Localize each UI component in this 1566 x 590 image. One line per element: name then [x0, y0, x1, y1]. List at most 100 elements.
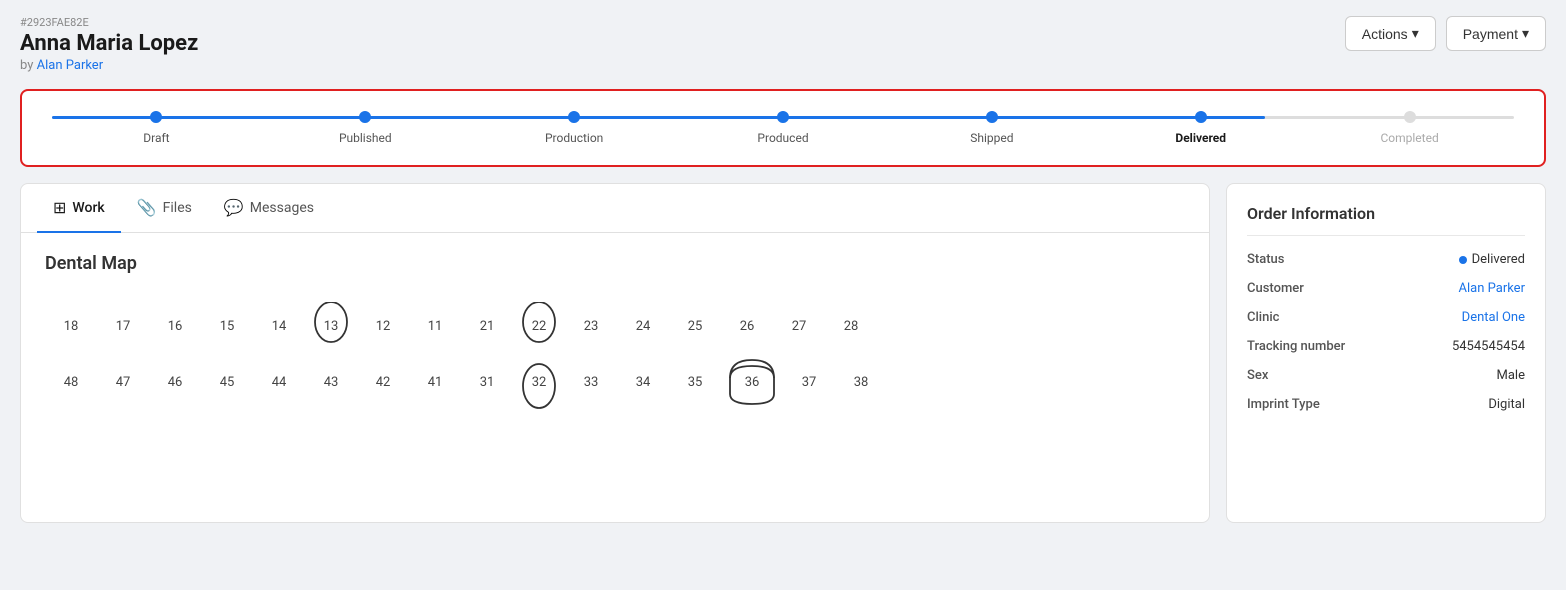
tab-work[interactable]: ⊞ Work [37, 184, 121, 233]
tab-files-label: Files [163, 200, 192, 216]
tooth-47[interactable]: 47 [97, 360, 149, 404]
actions-chevron-icon: ▾ [1412, 25, 1419, 42]
step-dot-delivered [1195, 111, 1207, 123]
status-text: Delivered [1472, 252, 1525, 267]
header: #2923FAE82E Anna Maria Lopez by Alan Par… [20, 16, 1546, 73]
progress-section: Draft Published Production Produced Ship… [20, 89, 1546, 167]
left-panel: ⊞ Work 📎 Files 💬 Messages Dental Map [20, 183, 1210, 523]
tooth-21[interactable]: 21 [461, 304, 513, 348]
info-row-customer: Customer Alan Parker [1247, 281, 1525, 296]
tooth-11[interactable]: 11 [409, 304, 461, 348]
header-left: #2923FAE82E Anna Maria Lopez by Alan Par… [20, 16, 198, 73]
info-row-imprint: Imprint Type Digital [1247, 397, 1525, 412]
step-draft[interactable]: Draft [52, 111, 261, 145]
tab-messages[interactable]: 💬 Messages [208, 184, 330, 233]
step-dot-shipped [986, 111, 998, 123]
info-value-tracking: 5454545454 [1452, 339, 1525, 354]
tooth-43[interactable]: 43 [305, 360, 357, 404]
tooth-28[interactable]: 28 [825, 304, 877, 348]
payment-label: Payment [1463, 26, 1518, 42]
tooth-33[interactable]: 33 [565, 360, 617, 404]
tooth-16[interactable]: 16 [149, 304, 201, 348]
info-row-sex: Sex Male [1247, 368, 1525, 383]
work-icon: ⊞ [53, 198, 66, 217]
tooth-17[interactable]: 17 [97, 304, 149, 348]
info-value-imprint: Digital [1488, 397, 1525, 412]
step-dot-production [568, 111, 580, 123]
info-row-status: Status Delivered [1247, 252, 1525, 267]
step-dot-produced [777, 111, 789, 123]
tooth-46[interactable]: 46 [149, 360, 201, 404]
step-label-shipped: Shipped [970, 131, 1013, 145]
step-label-production: Production [545, 131, 603, 145]
tooth-32[interactable]: 32 [513, 360, 565, 404]
tooth-42[interactable]: 42 [357, 360, 409, 404]
files-icon: 📎 [137, 198, 157, 217]
main-content: ⊞ Work 📎 Files 💬 Messages Dental Map [20, 183, 1546, 523]
status-dot [1459, 256, 1467, 264]
payment-button[interactable]: Payment ▾ [1446, 16, 1546, 51]
tooth-26[interactable]: 26 [721, 304, 773, 348]
tooth-48[interactable]: 48 [45, 360, 97, 404]
tooth-25[interactable]: 25 [669, 304, 721, 348]
tooth-37[interactable]: 37 [783, 360, 835, 404]
info-value-status: Delivered [1459, 252, 1525, 267]
payment-chevron-icon: ▾ [1522, 25, 1529, 42]
step-label-completed: Completed [1380, 131, 1438, 145]
info-label-sex: Sex [1247, 368, 1268, 383]
info-value-clinic[interactable]: Dental One [1462, 310, 1525, 325]
actions-button[interactable]: Actions ▾ [1345, 16, 1436, 51]
tooth-18[interactable]: 18 [45, 304, 97, 348]
tooth-23[interactable]: 23 [565, 304, 617, 348]
step-dot-published [359, 111, 371, 123]
dental-map: Dental Map 18 17 16 15 14 13 [21, 233, 1209, 424]
tooth-24[interactable]: 24 [617, 304, 669, 348]
step-dot-draft [150, 111, 162, 123]
actions-label: Actions [1362, 26, 1408, 42]
tooth-22[interactable]: 22 [513, 304, 565, 348]
tooth-38[interactable]: 38 [835, 360, 887, 404]
step-shipped[interactable]: Shipped [887, 111, 1096, 145]
step-label-produced: Produced [757, 131, 808, 145]
tab-files[interactable]: 📎 Files [121, 184, 208, 233]
step-published[interactable]: Published [261, 111, 470, 145]
tooth-45[interactable]: 45 [201, 360, 253, 404]
info-label-imprint: Imprint Type [1247, 397, 1320, 412]
dental-map-title: Dental Map [45, 253, 1185, 274]
step-label-published: Published [339, 131, 392, 145]
tooth-27[interactable]: 27 [773, 304, 825, 348]
step-produced[interactable]: Produced [679, 111, 888, 145]
info-row-clinic: Clinic Dental One [1247, 310, 1525, 325]
tooth-15[interactable]: 15 [201, 304, 253, 348]
order-id: #2923FAE82E [20, 16, 198, 29]
tooth-41[interactable]: 41 [409, 360, 461, 404]
author-link[interactable]: Alan Parker [37, 58, 104, 73]
tabs: ⊞ Work 📎 Files 💬 Messages [21, 184, 1209, 233]
info-label-clinic: Clinic [1247, 310, 1279, 325]
progress-steps: Draft Published Production Produced Ship… [52, 111, 1514, 145]
tab-messages-label: Messages [250, 200, 314, 216]
order-info-title: Order Information [1247, 204, 1525, 236]
info-label-status: Status [1247, 252, 1284, 267]
tab-work-label: Work [72, 200, 104, 216]
tooth-36[interactable]: 36 [721, 360, 783, 404]
page-wrapper: #2923FAE82E Anna Maria Lopez by Alan Par… [0, 0, 1566, 590]
tooth-12[interactable]: 12 [357, 304, 409, 348]
tooth-44[interactable]: 44 [253, 360, 305, 404]
right-panel: Order Information Status Delivered Custo… [1226, 183, 1546, 523]
info-value-customer[interactable]: Alan Parker [1459, 281, 1526, 296]
messages-icon: 💬 [224, 198, 244, 217]
step-dot-completed [1404, 111, 1416, 123]
tooth-14[interactable]: 14 [253, 304, 305, 348]
step-production[interactable]: Production [470, 111, 679, 145]
header-actions: Actions ▾ Payment ▾ [1345, 16, 1546, 51]
tooth-34[interactable]: 34 [617, 360, 669, 404]
tooth-31[interactable]: 31 [461, 360, 513, 404]
info-label-customer: Customer [1247, 281, 1304, 296]
tooth-35[interactable]: 35 [669, 360, 721, 404]
step-delivered[interactable]: Delivered [1096, 111, 1305, 145]
step-label-delivered: Delivered [1175, 131, 1226, 145]
info-row-tracking: Tracking number 5454545454 [1247, 339, 1525, 354]
tooth-13[interactable]: 13 [305, 304, 357, 348]
step-completed[interactable]: Completed [1305, 111, 1514, 145]
